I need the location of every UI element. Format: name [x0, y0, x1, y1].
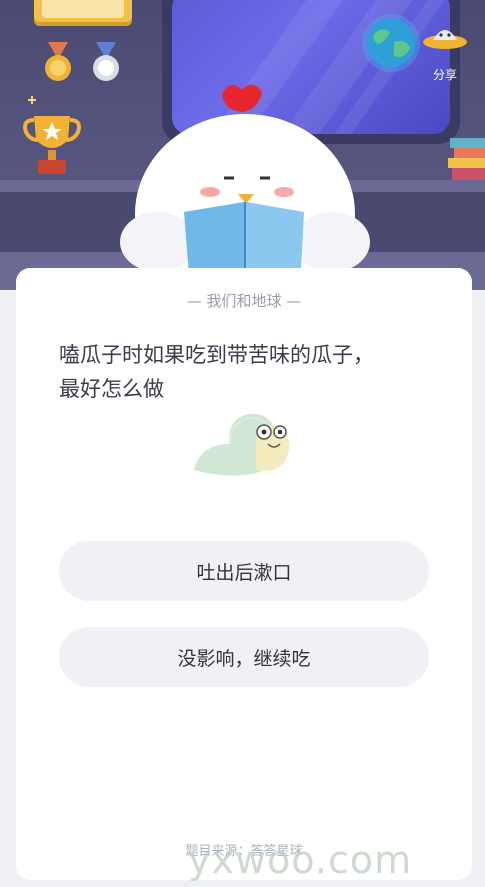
answer-option-1[interactable]: 吐出后漱口: [59, 541, 429, 601]
header-scene: 分享: [0, 0, 485, 290]
snail-icon: [194, 413, 290, 476]
medal-plaque: [34, 0, 132, 26]
share-label: 分享: [432, 68, 457, 82]
gold-medal-icon: [45, 42, 71, 81]
trophy-icon: [23, 96, 81, 174]
share-button[interactable]: 分享: [420, 18, 470, 83]
question-text: 嗑瓜子时如果吃到带苦味的瓜子， 最好怎么做: [59, 338, 439, 406]
question-card: — 我们和地球 — 嗑瓜子时如果吃到带苦味的瓜子， 最好怎么做 吐出后漱口 没影…: [16, 268, 472, 880]
answer-option-2[interactable]: 没影响，继续吃: [59, 627, 429, 687]
question-line-1: 嗑瓜子时如果吃到带苦味的瓜子，: [59, 343, 374, 367]
books-icon: [448, 138, 485, 180]
silver-medal-icon: [93, 42, 119, 81]
category-label: — 我们和地球 —: [186, 292, 302, 310]
chicken-mascot: [120, 84, 370, 290]
site-watermark: yxwoo.com: [188, 838, 413, 882]
answer-option-1-label: 吐出后漱口: [196, 561, 292, 584]
ufo-icon: [423, 30, 467, 49]
answer-option-2-label: 没影响，继续吃: [177, 647, 311, 670]
globe-icon[interactable]: [360, 12, 422, 74]
